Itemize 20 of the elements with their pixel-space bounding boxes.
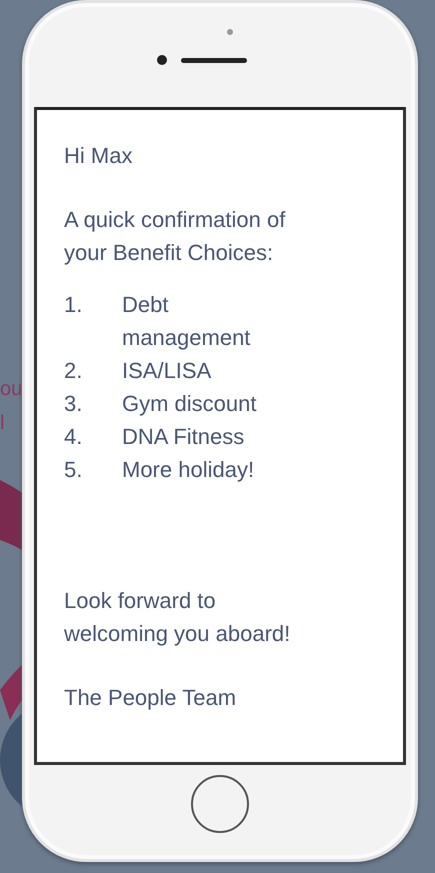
signature-text: The People Team [64,684,238,712]
list-number: 3. [64,390,84,418]
benefit-text: Debt management [122,291,252,352]
speaker-icon [181,58,247,62]
list-number: 2. [64,357,84,385]
closing-text: Look forward to welcoming you aboard! [64,587,292,648]
list-number: 5. [64,456,84,484]
benefit-text: Gym discount [122,390,258,418]
sensor-icon [227,29,233,35]
greeting-text: Hi Max [64,142,134,170]
home-button[interactable] [191,775,249,833]
benefit-text: ISA/LISA [122,357,212,385]
background-text: l [0,411,4,436]
benefit-text: DNA Fitness [122,423,246,451]
intro-text: A quick confirmation of your Benefit Choices: [64,206,286,267]
list-number: 1. [64,291,84,319]
list-number: 4. [64,423,84,451]
background-text: ou [0,377,22,402]
benefit-text: More holiday! [122,456,256,484]
camera-icon [157,55,167,65]
